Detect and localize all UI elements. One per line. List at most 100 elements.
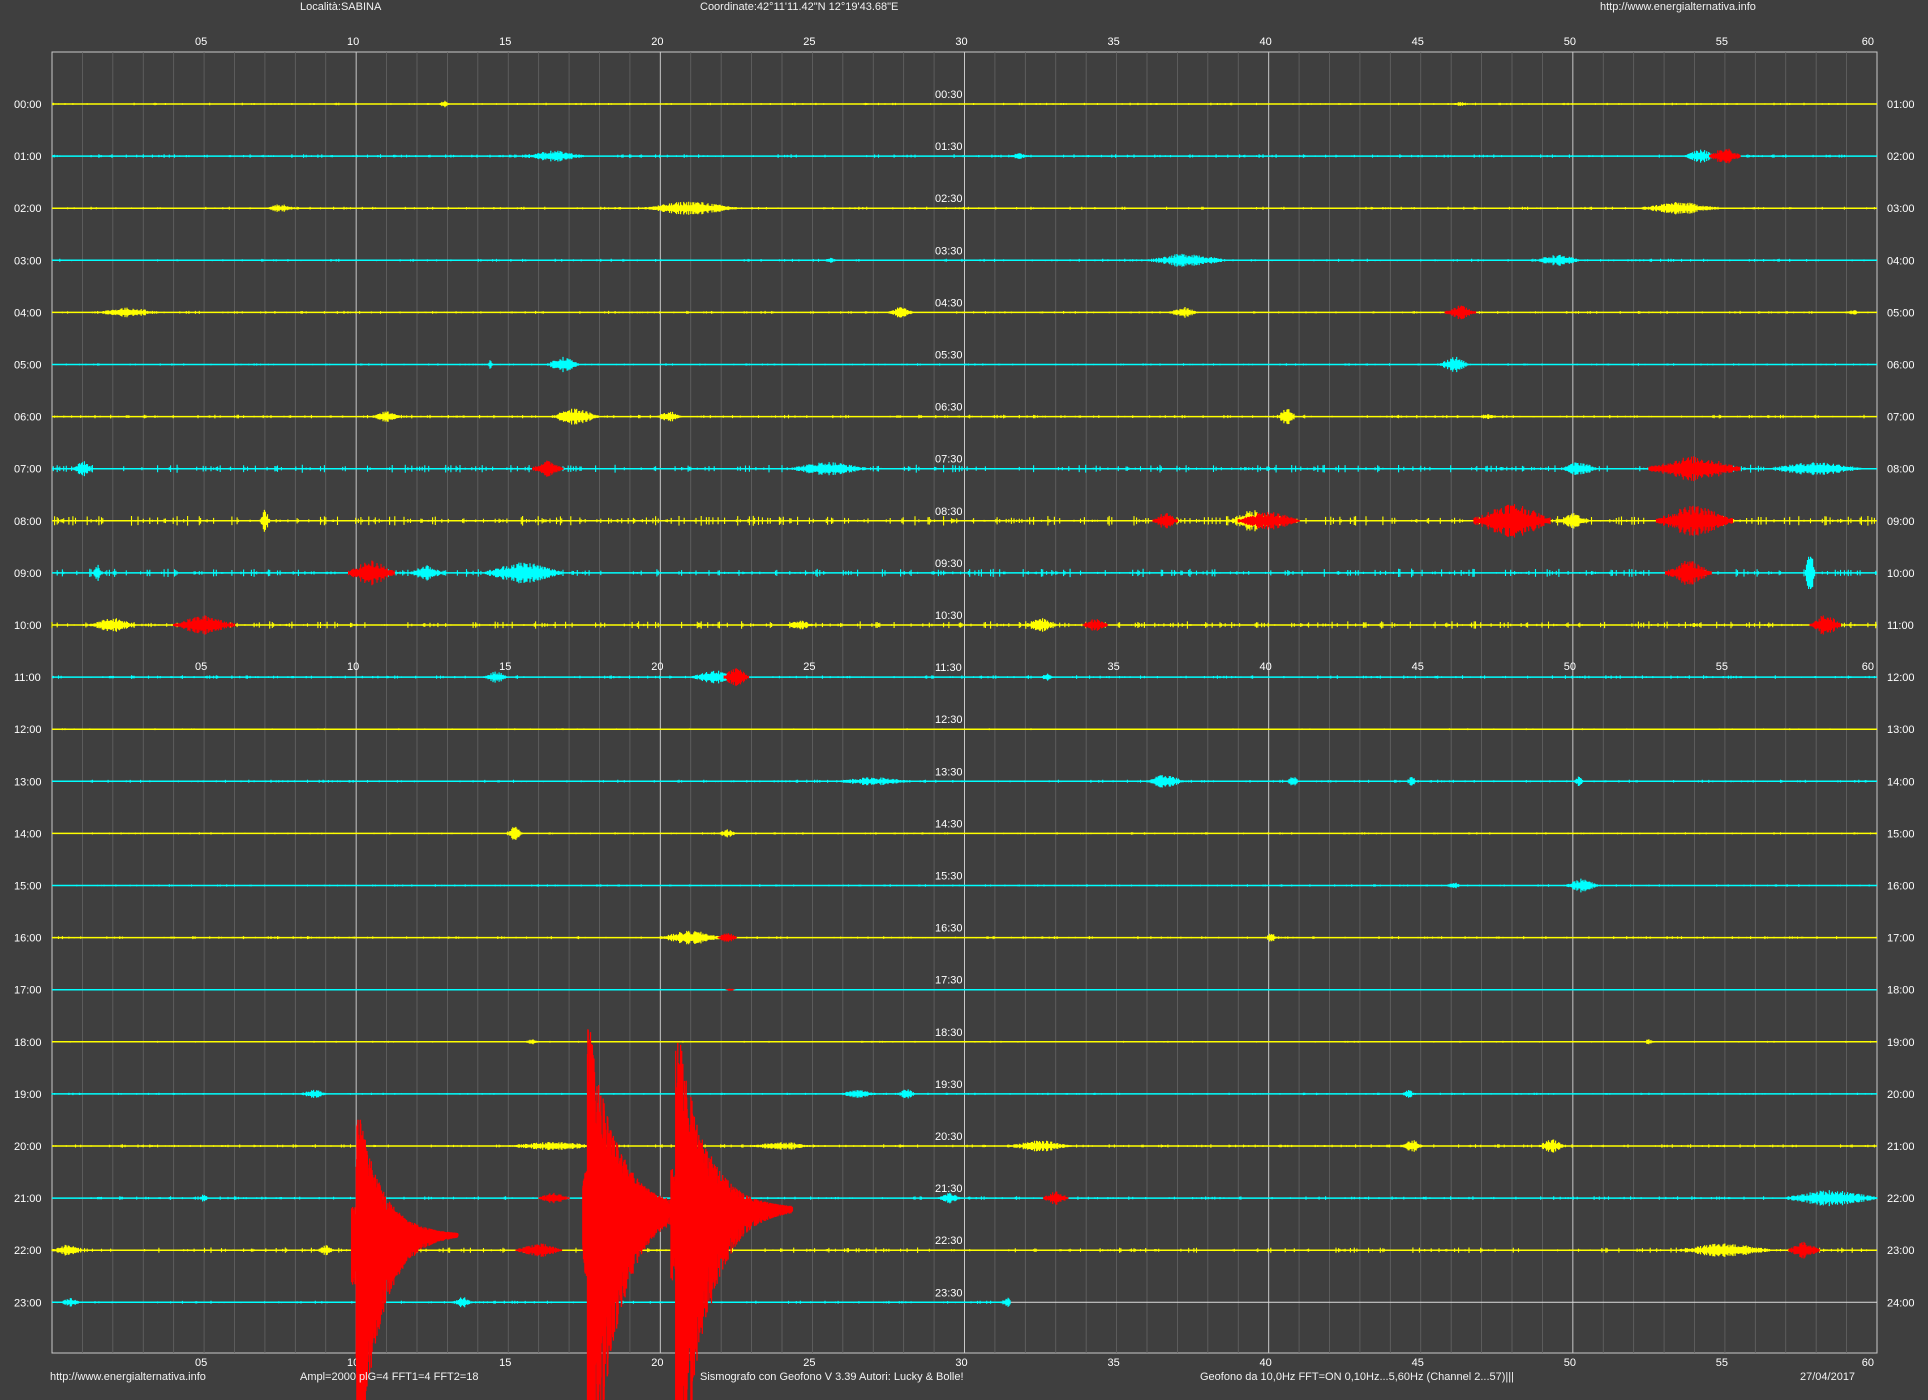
trace-event: [506, 826, 523, 840]
trace-event: [1169, 307, 1198, 318]
row-label-center: 22:30: [935, 1235, 963, 1247]
row-label-center: 07:30: [935, 454, 963, 466]
row-label-right: 12:00: [1887, 672, 1915, 684]
row-label-right: 10:00: [1887, 568, 1915, 580]
row-label-right: 02:00: [1887, 151, 1915, 163]
trace-event: [551, 408, 599, 425]
trace-event: [1265, 933, 1279, 942]
trace-event: [486, 360, 494, 369]
row-label-left: 16:00: [14, 933, 42, 945]
row-label-left: 09:00: [14, 568, 42, 580]
trace-event: [656, 411, 683, 422]
row-label-right: 01:00: [1887, 99, 1915, 111]
row-label-right: 24:00: [1887, 1297, 1915, 1309]
x-tick-label-bottom: 20: [651, 1357, 663, 1369]
trace-event: [524, 1039, 541, 1045]
trace-event: [60, 1298, 80, 1307]
trace-event: [1678, 1243, 1772, 1257]
x-tick-label-mid: 60: [1862, 661, 1874, 673]
row-label-left: 07:00: [14, 464, 42, 476]
trace-event: [198, 1194, 210, 1202]
trace-event: [644, 201, 737, 215]
seismogram-chart: 05 10 15 20 25 30 35 40 45 50 55 60 05 10 15 20 25 35 40 45…: [14, 36, 1915, 1400]
x-tick-label-top: 35: [1107, 36, 1119, 48]
trace-event: [1534, 254, 1581, 266]
coordinates-label: Coordinate:42°11'11.42"N 12°19'43.68"E: [700, 1, 899, 13]
trace-event: [538, 1192, 570, 1204]
row-label-left: 15:00: [14, 881, 42, 893]
grid: [82, 52, 1847, 1353]
row-label-right: 09:00: [1887, 516, 1915, 528]
row-label-left: 20:00: [14, 1141, 42, 1153]
earthquake-waveform: [670, 1042, 794, 1400]
row-label-right: 21:00: [1887, 1141, 1915, 1153]
trace-event: [1277, 409, 1297, 425]
row-label-center: 20:30: [935, 1131, 963, 1143]
row-label-right: 16:00: [1887, 881, 1915, 893]
x-tick-label-top: 50: [1564, 36, 1576, 48]
trace-12: [52, 728, 1877, 731]
x-tick-label-top: 40: [1260, 36, 1272, 48]
row-label-left: 05:00: [14, 360, 42, 372]
trace-event: [1401, 1090, 1416, 1098]
row-label-center: 12:30: [935, 714, 963, 726]
amplification-label: Ampl=2000 plG=4 FFT1=4 FFT2=18: [300, 1371, 479, 1383]
row-label-center: 05:30: [935, 350, 963, 362]
earthquake-1: [350, 1119, 459, 1400]
trace-event: [1809, 615, 1842, 635]
trace-event: [1473, 504, 1551, 538]
trace-event: [89, 618, 137, 632]
row-label-left: 18:00: [14, 1037, 42, 1049]
row-label-left: 00:00: [14, 99, 42, 111]
x-tick-label-mid: 10: [347, 661, 359, 673]
trace-event: [483, 671, 509, 683]
row-label-left: 03:00: [14, 255, 42, 267]
trace-event: [1665, 561, 1712, 585]
row-label-right: 22:00: [1887, 1193, 1915, 1205]
trace-event: [348, 560, 395, 586]
trace-event: [1444, 305, 1477, 320]
row-label-center: 11:30: [935, 662, 962, 674]
trace-event: [507, 1142, 601, 1150]
trace-event: [1844, 310, 1861, 315]
filter-label: Geofono da 10,0Hz FFT=ON 0,10Hz...5,60Hz…: [1200, 1371, 1514, 1383]
trace-event: [1400, 1140, 1423, 1152]
row-label-center: 13:30: [935, 766, 963, 778]
trace-event: [484, 562, 563, 584]
row-label-left: 01:00: [14, 151, 42, 163]
trace-event: [1447, 882, 1461, 889]
row-label-right: 18:00: [1887, 985, 1915, 997]
trace-event: [264, 204, 296, 212]
trace-event: [522, 150, 585, 162]
row-label-left: 23:00: [14, 1297, 42, 1309]
x-tick-label-top: 20: [651, 36, 663, 48]
row-label-center: 15:30: [935, 871, 963, 883]
earthquake-waveforms: [350, 1029, 794, 1400]
x-tick-label-top: 05: [195, 36, 207, 48]
row-label-left: 21:00: [14, 1193, 42, 1205]
x-tick-label-bottom: 55: [1716, 1357, 1728, 1369]
date-label: 27/04/2017: [1800, 1371, 1856, 1383]
row-label-center: 18:30: [935, 1027, 963, 1039]
earthquake-waveform: [350, 1119, 459, 1400]
row-label-center: 04:30: [935, 297, 963, 309]
x-tick-label-bottom: 25: [803, 1357, 815, 1369]
row-label-center: 08:30: [935, 506, 963, 518]
x-tick-label-bottom: 45: [1412, 1357, 1424, 1369]
trace-event: [547, 356, 579, 373]
trace-event: [887, 307, 914, 318]
trace-event: [1640, 202, 1718, 215]
trace-event: [51, 1244, 83, 1256]
trace-event: [317, 1245, 334, 1256]
software-label: Sismografo con Geofono V 3.39 Autori: Lu…: [700, 1371, 964, 1383]
trace-event: [1024, 618, 1057, 632]
row-label-left: 14:00: [14, 828, 42, 840]
trace-event: [1439, 356, 1469, 373]
trace-event: [300, 1089, 327, 1098]
row-label-left: 06:00: [14, 412, 42, 424]
x-tick-label-mid: 50: [1564, 661, 1576, 673]
row-label-right: 19:00: [1887, 1037, 1915, 1049]
row-label-right: 14:00: [1887, 776, 1915, 788]
row-label-right: 15:00: [1887, 828, 1915, 840]
x-tick-label-bottom: 60: [1862, 1357, 1874, 1369]
